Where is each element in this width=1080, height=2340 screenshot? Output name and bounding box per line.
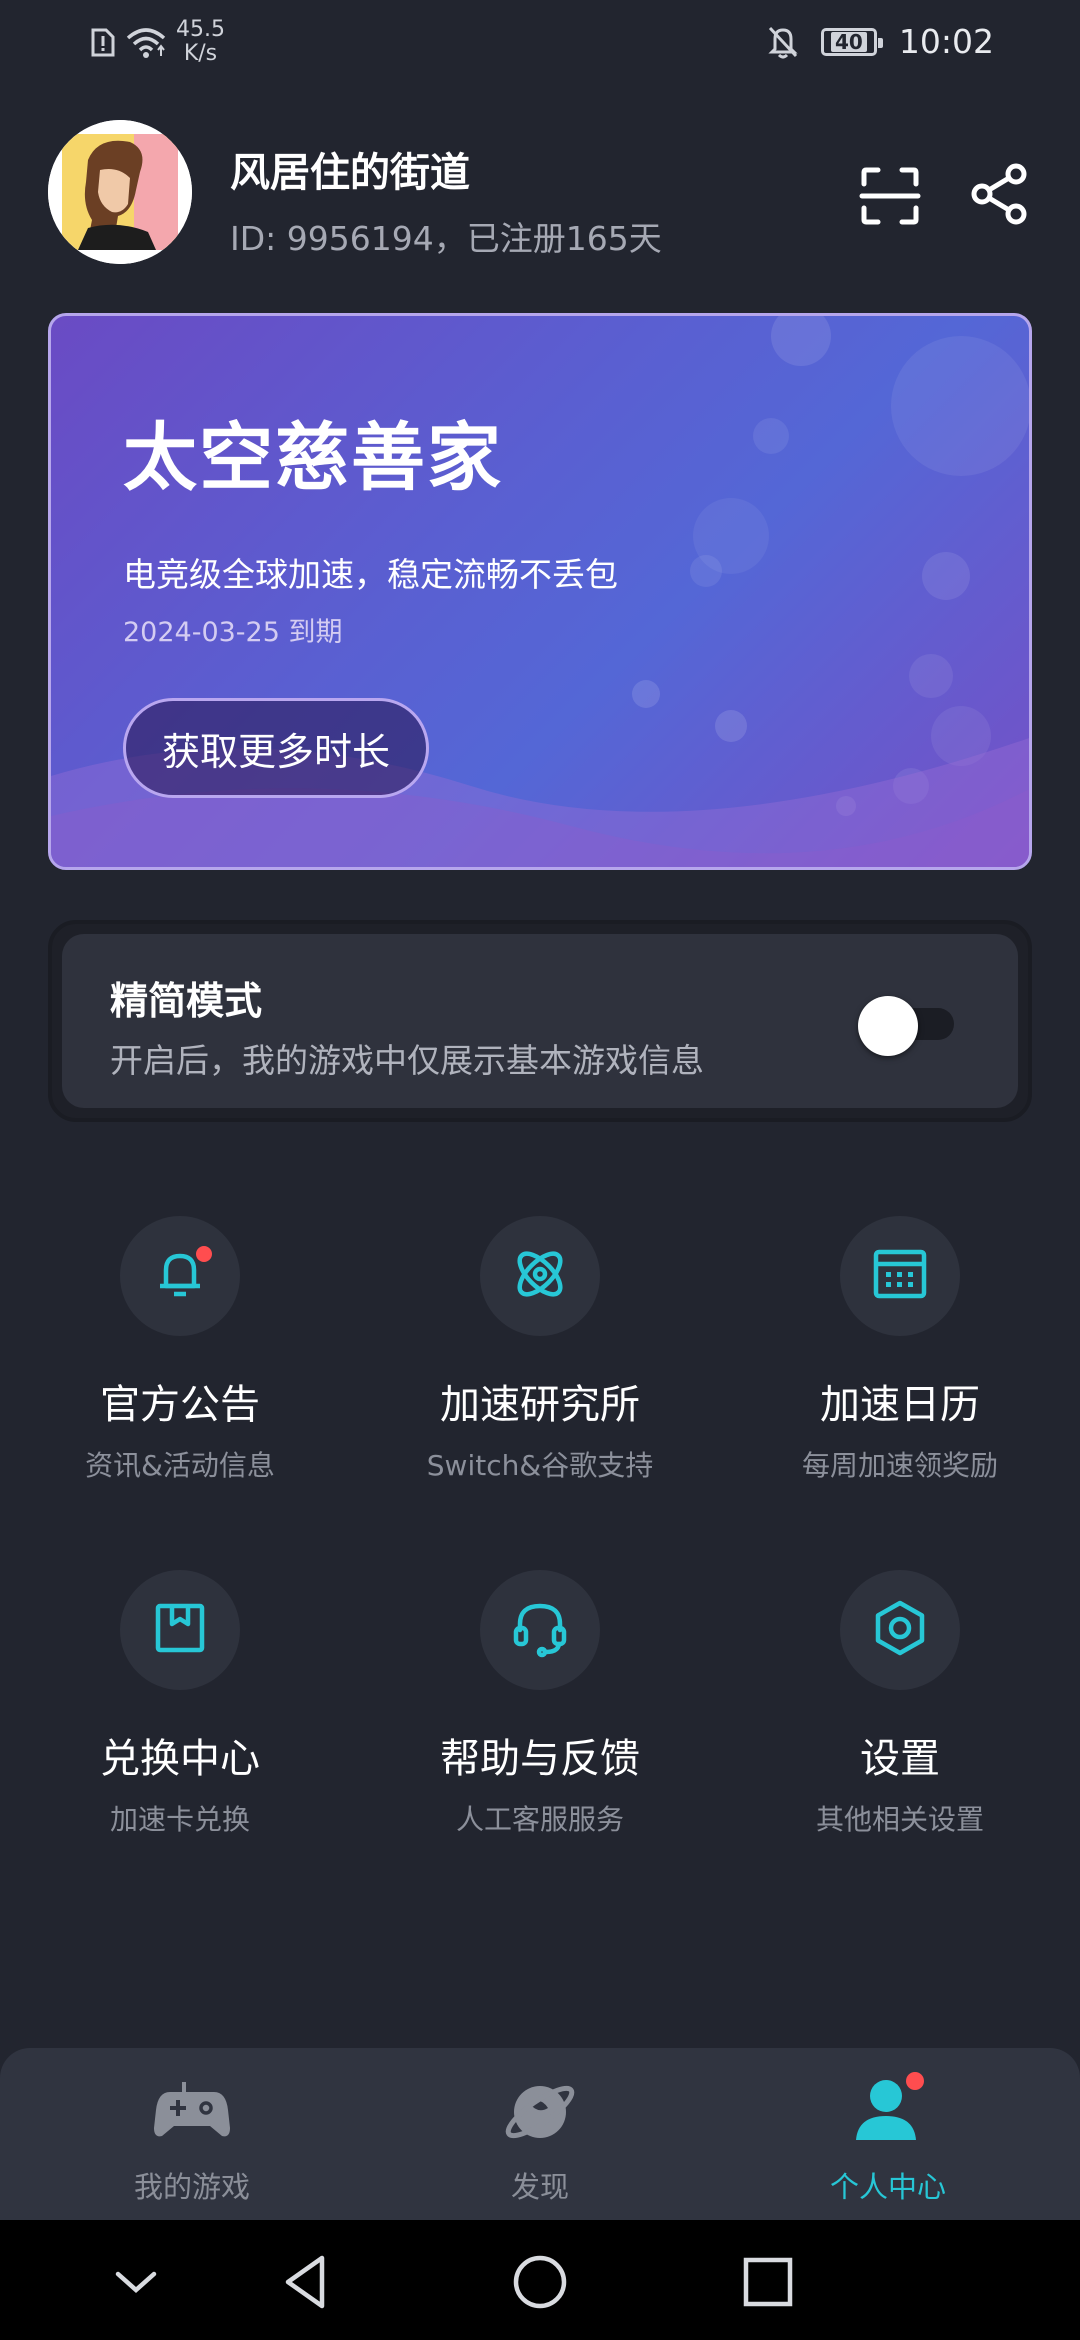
mute-bell-icon: [767, 25, 799, 59]
feature-acceleration-calendar[interactable]: 加速日历 每周加速领奖励: [720, 1216, 1080, 1484]
home-circle-icon[interactable]: [508, 2250, 572, 2314]
back-triangle-icon[interactable]: [276, 2250, 340, 2314]
feature-title: 官方公告: [100, 1382, 260, 1428]
feature-acceleration-lab[interactable]: 加速研究所 Switch&谷歌支持: [360, 1216, 720, 1484]
simple-mode-toggle[interactable]: [858, 996, 954, 1056]
planet-icon: [500, 2070, 580, 2150]
sim-alert-icon: [90, 26, 116, 58]
feature-help-feedback[interactable]: 帮助与反馈 人工客服服务: [360, 1570, 720, 1838]
feature-subtitle: 每周加速领奖励: [801, 1449, 998, 1482]
simple-mode-description: 开启后，我的游戏中仅展示基本游戏信息: [110, 1041, 704, 1080]
notification-badge: [196, 1246, 212, 1262]
back-chevron-icon[interactable]: [104, 2250, 168, 2314]
feature-title: 帮助与反馈: [440, 1736, 640, 1782]
tab-label: 我的游戏: [133, 2170, 250, 2204]
feature-title: 加速日历: [820, 1382, 980, 1428]
vip-membership-card[interactable]: 太空慈善家 电竞级全球加速，稳定流畅不丢包 2024-03-25 到期 获取更多…: [48, 313, 1032, 870]
vip-expiry-date: 2024-03-25 到期: [123, 617, 343, 648]
person-icon: [848, 2070, 928, 2150]
notification-badge: [906, 2072, 924, 2090]
clock: 10:02: [898, 22, 994, 61]
feature-settings[interactable]: 设置 其他相关设置: [720, 1570, 1080, 1838]
tab-discover[interactable]: 发现: [360, 2070, 720, 2206]
gamepad-icon: [152, 2070, 232, 2150]
network-speed: 45.5 K/s: [176, 17, 225, 66]
feature-subtitle: 资讯&活动信息: [85, 1449, 275, 1482]
tab-my-games[interactable]: 我的游戏: [12, 2070, 372, 2206]
tab-label: 发现: [510, 2170, 569, 2204]
simple-mode-panel: 精简模式 开启后，我的游戏中仅展示基本游戏信息: [48, 920, 1032, 1122]
user-id-registration: ID: 9956194，已注册165天: [230, 219, 662, 258]
headset-icon: [508, 1596, 572, 1664]
gift-box-icon: [150, 1598, 210, 1662]
user-name: 风居住的街道: [230, 150, 470, 196]
feature-title: 加速研究所: [440, 1382, 640, 1428]
feature-subtitle: 加速卡兑换: [109, 1803, 250, 1836]
feature-title: 设置: [860, 1736, 940, 1782]
get-more-time-button[interactable]: 获取更多时长: [123, 698, 430, 798]
vip-title: 太空慈善家: [123, 415, 503, 501]
profile-header: 风居住的街道 ID: 9956194，已注册165天: [48, 120, 1032, 265]
feature-official-announcement[interactable]: 官方公告 资讯&活动信息: [0, 1216, 360, 1484]
status-bar: 45.5 K/s 40 10:02: [0, 0, 1080, 84]
simple-mode-title: 精简模式: [110, 979, 263, 1023]
tab-label: 个人中心: [829, 2170, 946, 2204]
feature-redeem-center[interactable]: 兑换中心 加速卡兑换: [0, 1570, 360, 1838]
scan-icon[interactable]: [858, 164, 922, 228]
settings-icon: [870, 1598, 930, 1662]
share-icon[interactable]: [968, 162, 1032, 226]
calendar-icon: [870, 1244, 930, 1308]
avatar[interactable]: [48, 120, 192, 264]
bottom-tab-bar: 我的游戏 发现 个人中心: [0, 2048, 1080, 2220]
feature-subtitle: 其他相关设置: [815, 1803, 984, 1836]
feature-subtitle: 人工客服服务: [455, 1803, 624, 1836]
wifi-icon: [126, 26, 166, 58]
tab-personal-center[interactable]: 个人中心: [708, 2070, 1068, 2206]
feature-title: 兑换中心: [100, 1736, 260, 1782]
feature-subtitle: Switch&谷歌支持: [426, 1449, 654, 1482]
battery-icon: 40: [820, 27, 883, 56]
system-navigation-bar: [0, 2220, 1080, 2340]
atom-icon: [508, 1242, 572, 1310]
vip-subtitle: 电竞级全球加速，稳定流畅不丢包: [123, 555, 618, 594]
recents-square-icon[interactable]: [736, 2250, 800, 2314]
